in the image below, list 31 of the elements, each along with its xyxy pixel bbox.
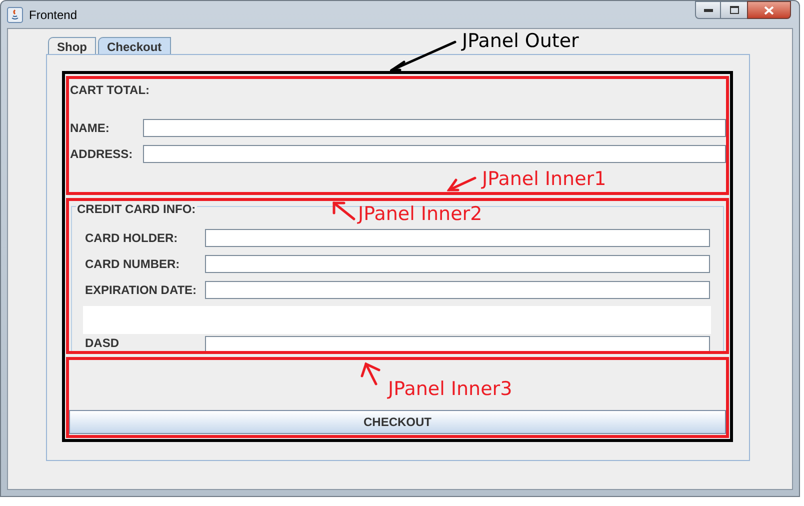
field-label: ADDRESS: [70,146,134,163]
minimize-icon [704,8,712,12]
field-label: CARD HOLDER: [85,230,179,247]
field-label: DASD [85,336,120,350]
input-field[interactable] [205,281,710,299]
annotation-label: JPanel Inner2 [358,203,482,225]
close-button[interactable] [747,1,791,19]
input-field[interactable] [142,145,726,163]
field-label: NAME: [70,120,110,137]
annotation-label: JPanel Inner1 [482,168,606,190]
window-title: Frontend [29,6,78,24]
app-icon [7,6,23,22]
annotation-arrow [360,362,381,386]
input-field[interactable] [142,119,726,137]
maximize-button[interactable] [721,1,747,19]
annotation-arrow [332,201,356,221]
minimize-button[interactable] [695,1,721,19]
input-field[interactable] [205,229,710,247]
input-field[interactable] [205,336,710,351]
close-icon [764,6,774,14]
field-label: CARD NUMBER: [85,256,181,273]
field-label: EXPIRATION DATE: [85,282,198,299]
input-field[interactable] [205,255,710,273]
maximize-icon [730,6,738,14]
tab[interactable]: Checkout [98,37,171,54]
annotation-label: JPanel Outer [462,30,579,52]
annotation-arrow [447,176,477,192]
annotation-label: JPanel Inner3 [388,378,512,400]
checkout-button[interactable]: CHECKOUT [69,410,726,434]
tab[interactable]: Shop [48,37,96,54]
cart-total-label: CART TOTAL: [70,82,151,97]
